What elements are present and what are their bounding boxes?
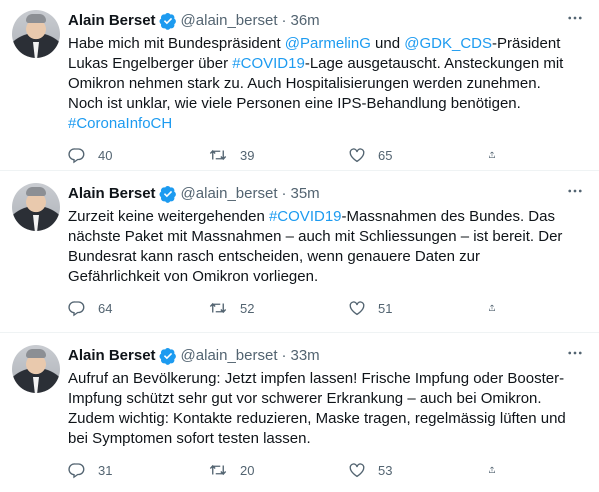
tweet-actions: 31 20 53 bbox=[68, 461, 508, 479]
reply-count: 64 bbox=[98, 300, 113, 316]
reply-button[interactable]: 64 bbox=[68, 299, 168, 317]
avatar[interactable] bbox=[12, 345, 60, 393]
retweet-button[interactable]: 20 bbox=[208, 461, 308, 479]
retweet-icon bbox=[209, 302, 227, 314]
text-segment: und bbox=[370, 35, 405, 52]
more-options-icon bbox=[568, 16, 582, 20]
tweet-content: Alain Berset @alain_berset · 33m Aufruf … bbox=[68, 345, 587, 492]
reply-icon bbox=[68, 148, 85, 164]
tweet-content: Alain Berset @alain_berset · 36m Habe mi… bbox=[68, 10, 587, 170]
tweet-header: Alain Berset @alain_berset · 33m bbox=[68, 345, 587, 367]
hashtag-link[interactable]: #COVID19 bbox=[232, 55, 305, 72]
tweet[interactable]: Alain Berset @alain_berset · 33m Aufruf … bbox=[0, 332, 599, 492]
hashtag-link[interactable]: #COVID19 bbox=[269, 208, 342, 225]
author-name[interactable]: Alain Berset bbox=[68, 11, 156, 31]
share-button[interactable] bbox=[488, 461, 508, 479]
tweet-actions: 40 39 65 bbox=[68, 146, 508, 164]
tweet-text: Habe mich mit Bundespräsident @ParmelinG… bbox=[68, 34, 568, 134]
reply-icon bbox=[68, 301, 85, 317]
more-options-icon bbox=[568, 189, 582, 193]
author-handle[interactable]: @alain_berset bbox=[181, 184, 278, 204]
reply-count: 31 bbox=[98, 462, 113, 478]
tweet-content: Alain Berset @alain_berset · 35m Zurzeit… bbox=[68, 183, 587, 332]
author-handle[interactable]: @alain_berset bbox=[181, 11, 278, 31]
tweet-actions: 64 52 51 bbox=[68, 299, 508, 317]
like-count: 53 bbox=[378, 462, 393, 478]
tweet-text: Aufruf an Bevölkerung: Jetzt impfen lass… bbox=[68, 369, 568, 449]
verified-badge-icon bbox=[159, 347, 177, 365]
mention-link[interactable]: @GDK_CDS bbox=[404, 35, 492, 52]
like-button[interactable]: 51 bbox=[348, 299, 448, 317]
tweet-thread: Alain Berset @alain_berset · 36m Habe mi… bbox=[0, 0, 599, 492]
mention-link[interactable]: @ParmelinG bbox=[285, 35, 371, 52]
author-name[interactable]: Alain Berset bbox=[68, 346, 156, 366]
like-count: 65 bbox=[378, 147, 393, 163]
like-icon bbox=[349, 301, 365, 316]
tweet[interactable]: Alain Berset @alain_berset · 35m Zurzeit… bbox=[0, 170, 599, 332]
like-count: 51 bbox=[378, 300, 393, 316]
text-segment: Zurzeit keine weitergehenden bbox=[68, 208, 269, 225]
tweet-text: Zurzeit keine weitergehenden #COVID19-Ma… bbox=[68, 207, 568, 287]
share-icon bbox=[489, 151, 495, 158]
share-button[interactable] bbox=[488, 299, 508, 317]
like-button[interactable]: 53 bbox=[348, 461, 448, 479]
tweet-timestamp[interactable]: 36m bbox=[291, 11, 320, 31]
retweet-count: 20 bbox=[240, 462, 255, 478]
retweet-button[interactable]: 39 bbox=[208, 146, 308, 164]
text-segment: Aufruf an Bevölkerung: Jetzt impfen lass… bbox=[68, 370, 566, 447]
like-button[interactable]: 65 bbox=[348, 146, 448, 164]
more-options-button[interactable] bbox=[565, 8, 585, 28]
more-options-button[interactable] bbox=[565, 343, 585, 363]
tweet-timestamp[interactable]: 33m bbox=[291, 346, 320, 366]
reply-button[interactable]: 31 bbox=[68, 461, 168, 479]
retweet-count: 52 bbox=[240, 300, 255, 316]
reply-count: 40 bbox=[98, 147, 113, 163]
separator-dot: · bbox=[281, 185, 287, 202]
avatar-column bbox=[12, 10, 68, 170]
avatar[interactable] bbox=[12, 10, 60, 58]
share-button[interactable] bbox=[488, 146, 508, 164]
tweet-header: Alain Berset @alain_berset · 35m bbox=[68, 183, 587, 205]
share-icon bbox=[489, 304, 495, 311]
hashtag-link[interactable]: #CoronaInfoCH bbox=[68, 115, 172, 132]
tweet[interactable]: Alain Berset @alain_berset · 36m Habe mi… bbox=[0, 0, 599, 170]
like-icon bbox=[349, 148, 365, 163]
retweet-button[interactable]: 52 bbox=[208, 299, 308, 317]
retweet-icon bbox=[209, 149, 227, 161]
tweet-timestamp[interactable]: 35m bbox=[291, 184, 320, 204]
avatar[interactable] bbox=[12, 183, 60, 231]
reply-icon bbox=[68, 463, 85, 479]
separator-dot: · bbox=[281, 12, 287, 29]
author-handle[interactable]: @alain_berset bbox=[181, 346, 278, 366]
more-options-button[interactable] bbox=[565, 181, 585, 201]
avatar-column bbox=[12, 183, 68, 332]
tweet-header: Alain Berset @alain_berset · 36m bbox=[68, 10, 587, 32]
share-icon bbox=[489, 466, 495, 473]
more-options-icon bbox=[568, 351, 582, 355]
separator-dot: · bbox=[281, 347, 287, 364]
author-name[interactable]: Alain Berset bbox=[68, 184, 156, 204]
reply-button[interactable]: 40 bbox=[68, 146, 168, 164]
verified-badge-icon bbox=[159, 12, 177, 30]
text-segment: Habe mich mit Bundespräsident bbox=[68, 35, 285, 52]
retweet-icon bbox=[209, 464, 227, 476]
like-icon bbox=[349, 463, 365, 478]
verified-badge-icon bbox=[159, 185, 177, 203]
retweet-count: 39 bbox=[240, 147, 255, 163]
avatar-column bbox=[12, 345, 68, 492]
